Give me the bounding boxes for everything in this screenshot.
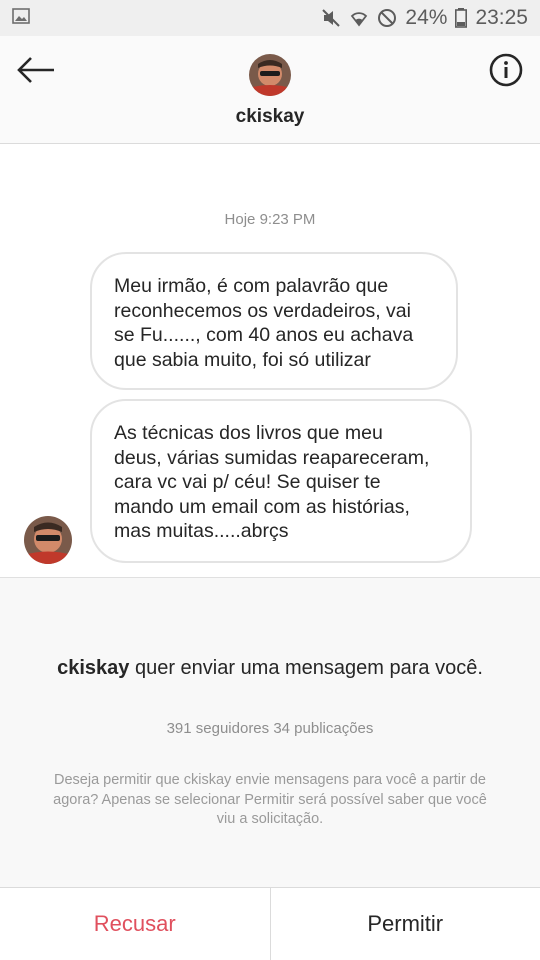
battery-icon [455,8,468,28]
message-line: mando um email com as histórias, [114,495,410,518]
message-bubble[interactable]: As técnicas dos livros que meu deus, vár… [90,399,472,563]
back-button[interactable] [14,54,58,90]
message-timestamp: Hoje 9:23 PM [224,211,316,228]
request-title-text: quer enviar uma mensagem para você. [129,657,483,679]
accept-button[interactable]: Permitir [271,888,540,960]
sender-avatar[interactable] [24,516,72,564]
status-bar: 24% 23:25 [0,0,540,36]
decline-button[interactable]: Recusar [0,888,271,960]
arrow-left-icon [16,56,56,89]
message-line: Meu irmão, é com palavrão que [114,275,389,297]
message-line: mas muitas.....abrçs [114,520,289,542]
info-button[interactable] [488,53,524,92]
chat-username[interactable]: ckiskay [0,106,540,128]
message-line: se Fu......, com 40 anos eu achava [114,324,414,346]
wifi-icon [349,8,369,28]
request-stats: 391 seguidores 34 publicações [166,720,374,737]
request-username[interactable]: ckiskay [57,657,129,679]
image-icon [12,7,30,29]
status-time: 23:25 [475,6,528,29]
chat-header: ckiskay [0,36,540,144]
request-description: Deseja permitir que ckiskay envie mensag… [53,772,487,827]
message-line: reconhecemos os verdadeiros, vai [114,299,411,322]
message-request-panel: ckiskay quer enviar uma mensagem para vo… [0,577,540,887]
message-line: As técnicas dos livros que meu [114,422,383,444]
battery-percent: 24% [405,6,448,29]
avatar[interactable] [249,54,291,96]
block-icon [377,8,397,28]
message-line: cara vc vai p/ céu! Se quiser te [114,471,381,493]
request-actions: Recusar Permitir [0,887,540,960]
mute-icon [321,8,341,28]
message-bubble[interactable]: Meu irmão, é com palavrão que reconhecem… [90,252,458,390]
request-title: ckiskay quer enviar uma mensagem para vo… [40,655,500,681]
info-circle-icon [489,53,523,92]
message-line: que sabia muito, foi só utilizar [114,348,371,371]
message-line: deus, várias sumidas reapareceram, [114,446,430,469]
